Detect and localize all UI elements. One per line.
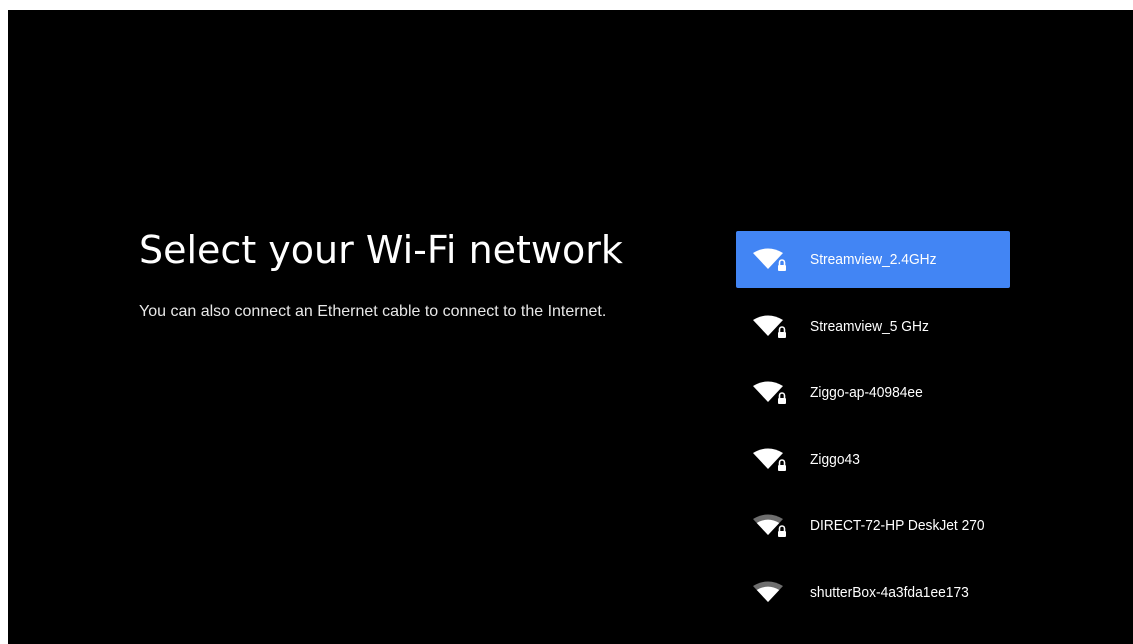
wifi-setup-screen: Select your Wi-Fi network You can also c… [8, 10, 1133, 644]
page-title: Select your Wi-Fi network [139, 228, 623, 272]
network-item[interactable]: Streamview_2.4GHz [736, 231, 1010, 288]
lock-icon [778, 392, 786, 404]
network-item[interactable]: Streamview_5 GHz [736, 298, 1010, 355]
network-item[interactable]: DIRECT-72-HP DeskJet 270 [736, 497, 1010, 554]
network-item[interactable]: shutterBox-4a3fda1ee173 [736, 564, 1010, 621]
wifi-icon [752, 380, 790, 406]
network-name: Ziggo43 [810, 450, 860, 468]
wifi-icon [752, 513, 790, 539]
network-name: shutterBox-4a3fda1ee173 [810, 583, 969, 601]
lock-icon [778, 259, 786, 271]
network-list: Streamview_2.4GHz Streamview_5 GHz Ziggo… [736, 231, 1010, 630]
wifi-icon [752, 447, 790, 473]
network-name: Ziggo-ap-40984ee [810, 384, 923, 401]
wifi-icon [752, 314, 790, 340]
wifi-icon [752, 247, 790, 273]
page-subtitle: You can also connect an Ethernet cable t… [139, 303, 607, 320]
network-name: Streamview_2.4GHz [810, 251, 937, 268]
lock-icon [778, 325, 786, 338]
network-name: Streamview_5 GHz [810, 317, 929, 335]
lock-icon [778, 525, 786, 537]
wifi-icon [752, 580, 790, 606]
network-item[interactable]: Ziggo43 [736, 431, 1010, 488]
network-name: DIRECT-72-HP DeskJet 270 [810, 517, 985, 534]
network-item[interactable]: Ziggo-ap-40984ee [736, 364, 1010, 421]
lock-icon [778, 458, 786, 471]
